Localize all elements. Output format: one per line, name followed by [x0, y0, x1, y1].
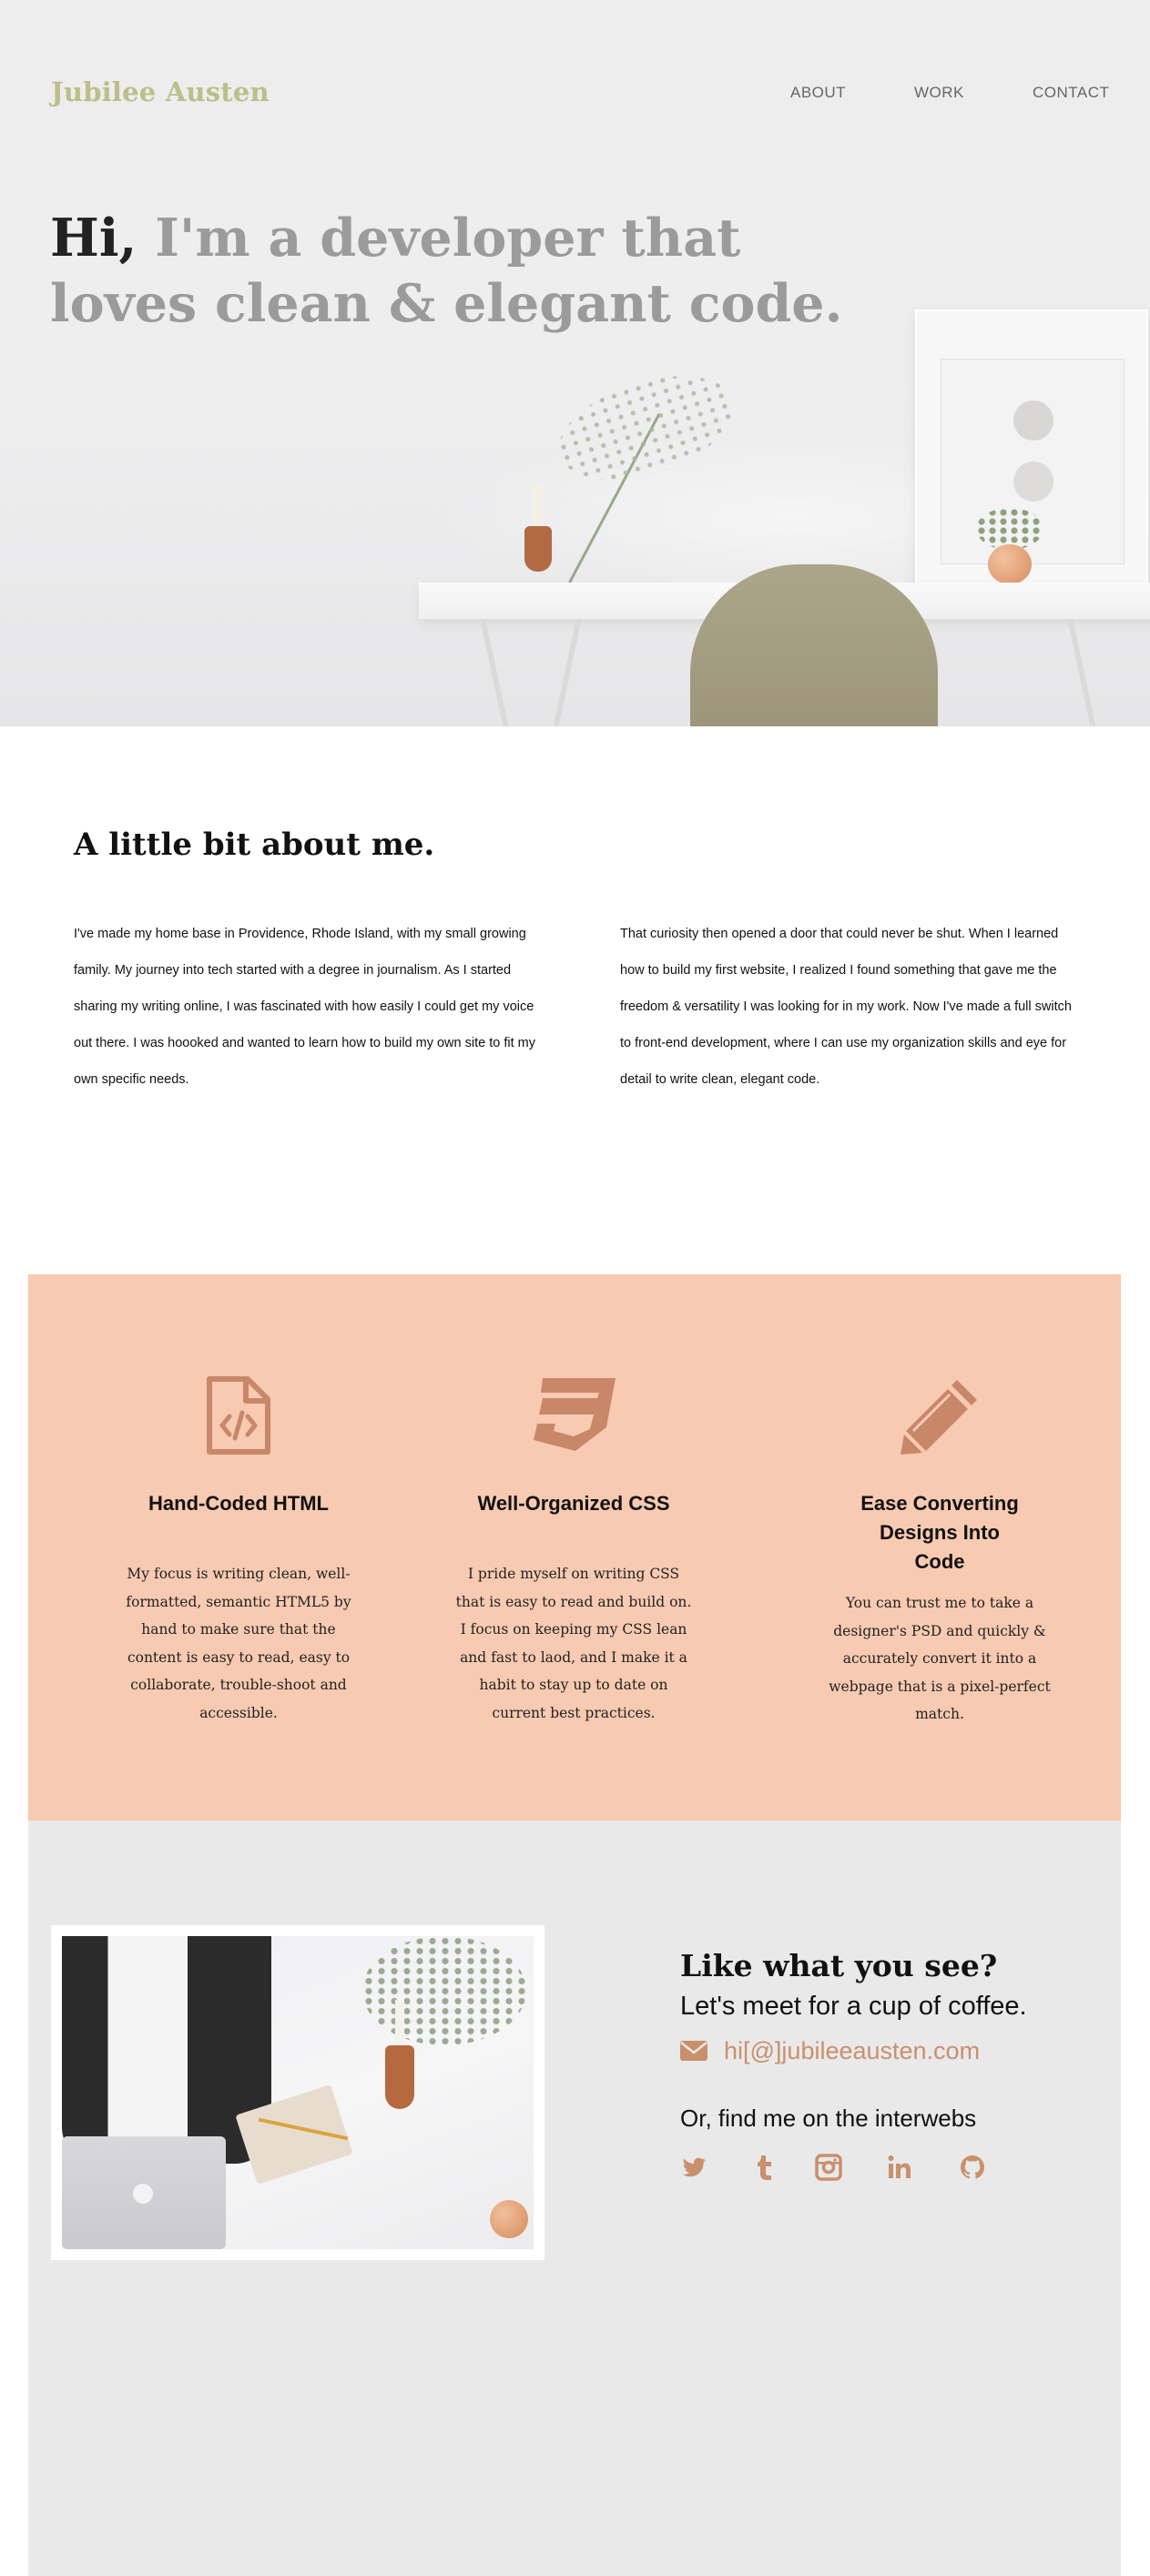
hero-headline: Hi, I'm a developer that loves clean & e…	[50, 206, 870, 337]
github-icon[interactable]	[959, 2154, 988, 2183]
skill-description: You can trust me to take a designer's PS…	[829, 1595, 1051, 1722]
css3-icon	[423, 1376, 724, 1458]
desk-leg	[480, 619, 509, 726]
nav-item-work[interactable]: WORK	[914, 84, 964, 102]
hero-section: Jubilee Austen ABOUT WORK CONTACT Hi, I'…	[0, 0, 1150, 726]
about-paragraph-right: That curiosity then opened a door that c…	[620, 927, 1072, 1087]
contact-subheading: Let's meet for a cup of coffee.	[680, 1992, 1027, 2021]
contact-heading: Like what you see?	[680, 1948, 998, 1983]
about-paragraph-left: I've made my home base in Providence, Rh…	[74, 927, 535, 1087]
twitter-icon[interactable]	[680, 2154, 709, 2183]
photo-vase	[385, 2045, 414, 2109]
pencil-icon	[789, 1376, 1090, 1458]
desk-leg	[1067, 619, 1096, 726]
skill-description: I pride myself on writing CSS that is ea…	[455, 1566, 692, 1721]
vase	[524, 526, 552, 572]
skill-title: Ease Converting Designs Into Code	[860, 1492, 1019, 1573]
skill-description: My focus is writing clean, well-formatte…	[126, 1566, 351, 1721]
about-title: A little bit about me.	[74, 827, 435, 863]
desk-leg	[553, 619, 582, 726]
skill-title: Well-Organized CSS	[477, 1492, 670, 1515]
workspace-photo-image	[62, 1936, 534, 2249]
html-file-code-icon	[88, 1376, 389, 1458]
photo-laptop-logo	[133, 2184, 153, 2204]
main-nav: ABOUT WORK CONTACT	[0, 84, 1150, 106]
artwork-circle	[1013, 461, 1053, 502]
artwork-circle	[1013, 401, 1053, 441]
email-address: hi[@]jubileeausten.com	[724, 2036, 981, 2064]
hero-headline-text: I'm a developer that loves clean & elega…	[50, 208, 843, 334]
tumblr-icon[interactable]	[751, 2154, 780, 2183]
email-link[interactable]: hi[@]jubileeausten.com	[680, 2035, 980, 2066]
skill-title: Hand-Coded HTML	[148, 1492, 329, 1515]
photo-candle	[395, 2000, 404, 2047]
candle	[534, 484, 543, 526]
nav-item-about[interactable]: ABOUT	[790, 84, 846, 102]
photo-plant	[362, 1936, 526, 2045]
hero-greeting: Hi,	[50, 208, 137, 269]
contact-section: Like what you see? Let's meet for a cup …	[28, 1820, 1121, 2576]
social-heading: Or, find me on the interwebs	[680, 2104, 977, 2132]
instagram-icon[interactable]	[815, 2154, 844, 2183]
envelope-icon	[680, 2041, 707, 2061]
linkedin-icon[interactable]	[886, 2154, 915, 2183]
skills-section: Hand-Coded HTML My focus is writing clea…	[28, 1274, 1121, 1820]
workspace-photo	[51, 1925, 544, 2260]
photo-pot	[490, 2200, 528, 2238]
copper-pot	[988, 544, 1032, 584]
nav-item-contact[interactable]: CONTACT	[1033, 84, 1109, 102]
social-links	[680, 2154, 1044, 2185]
